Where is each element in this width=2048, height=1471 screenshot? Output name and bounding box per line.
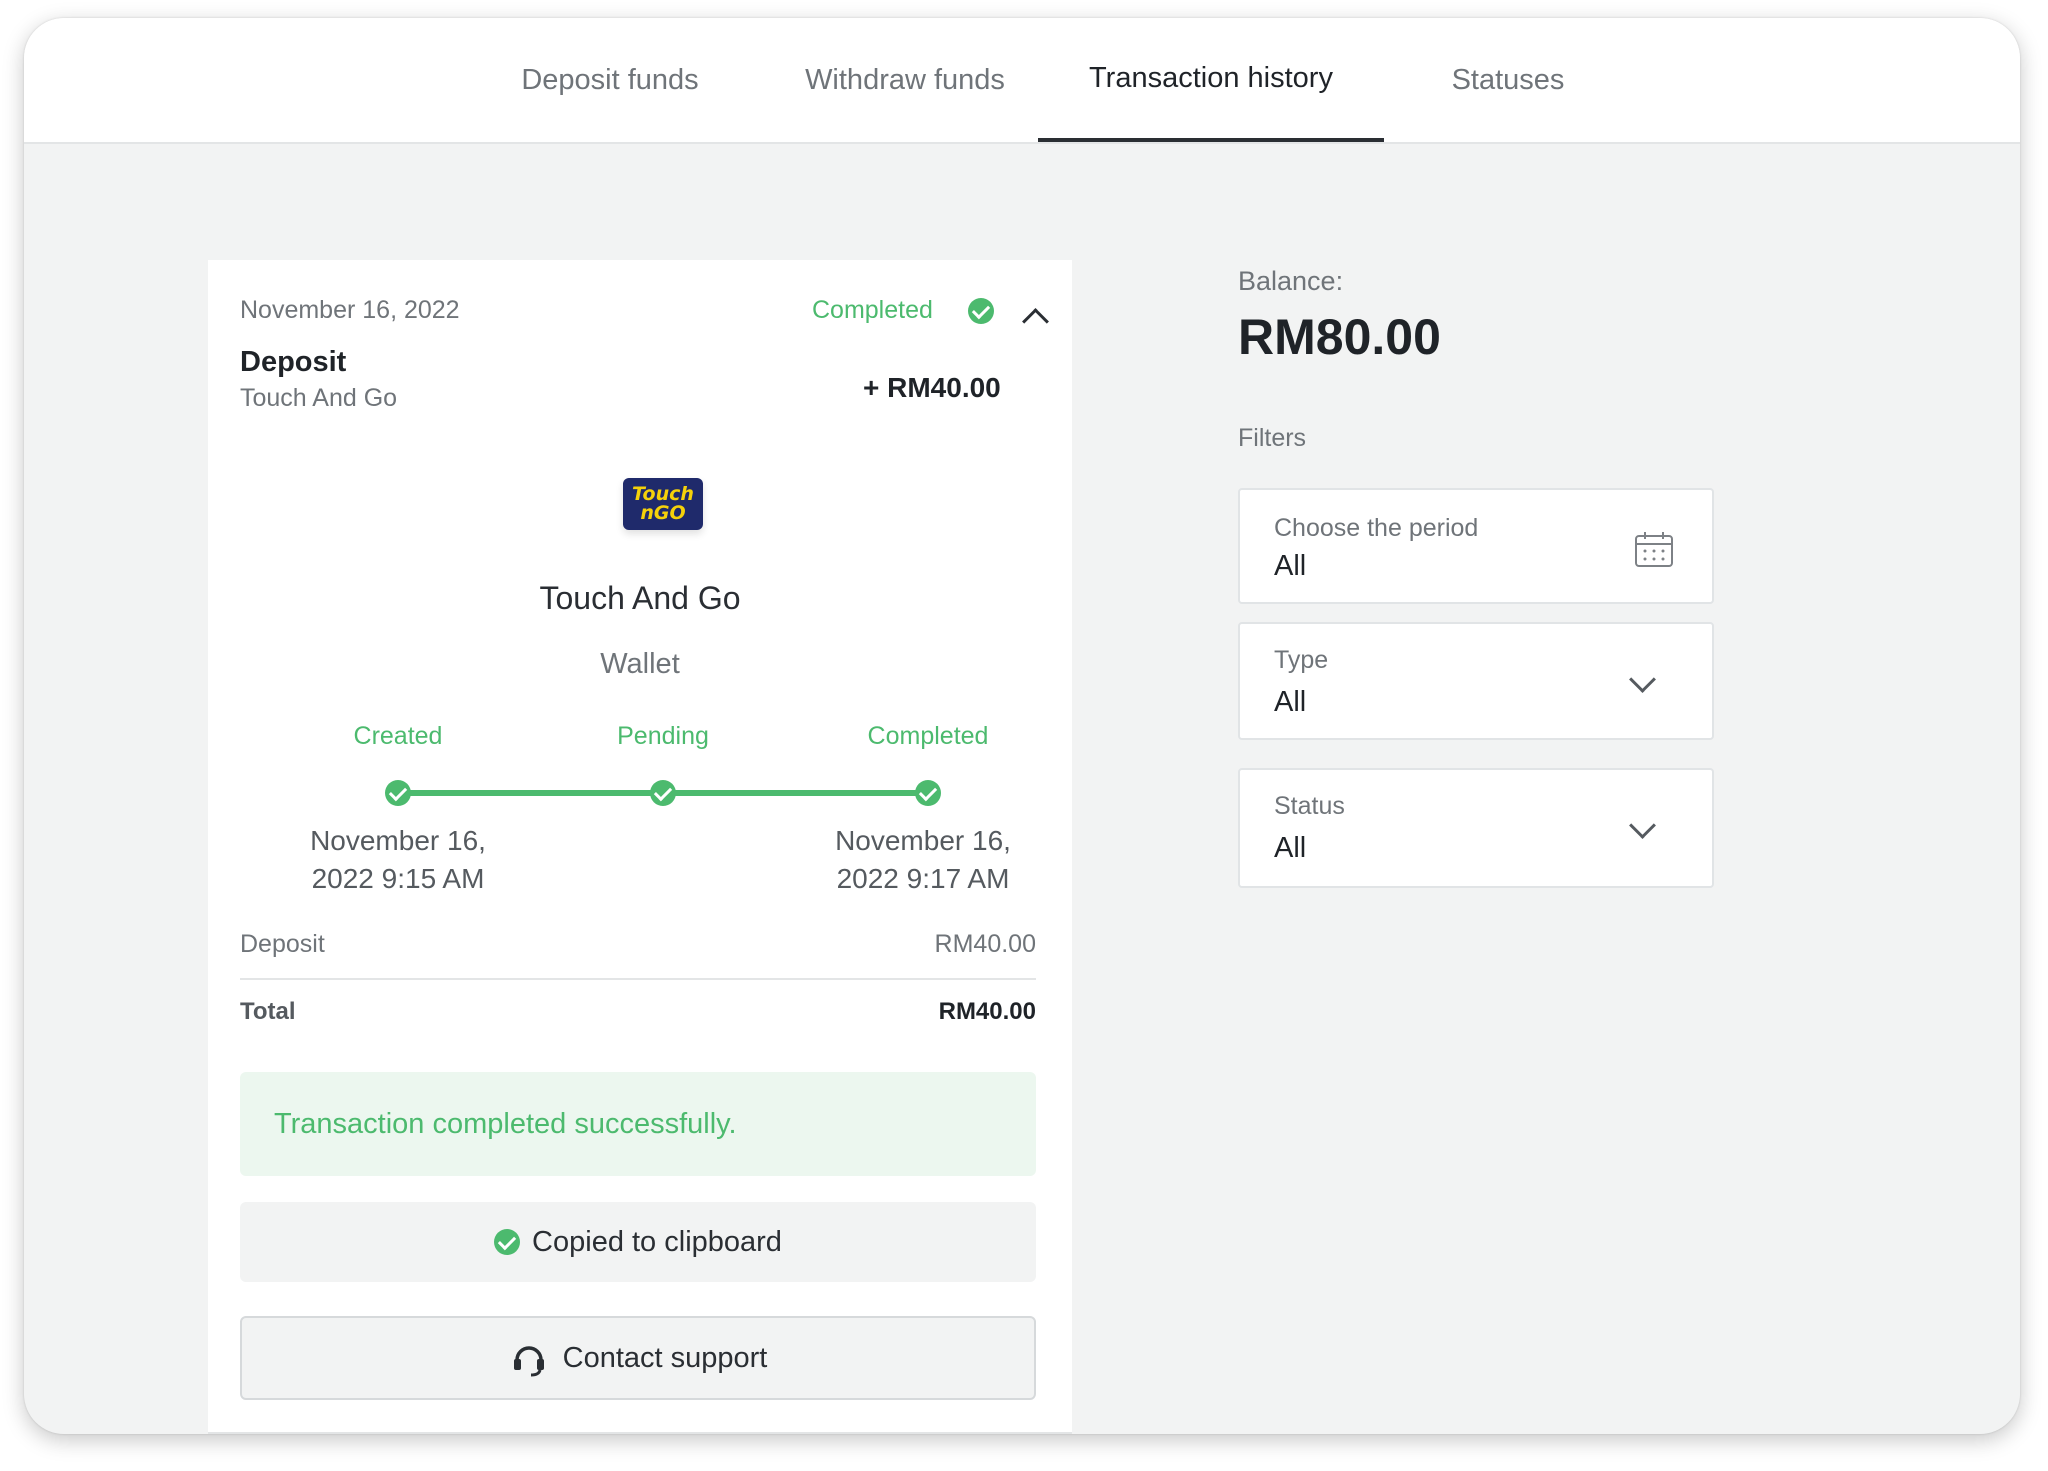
tab-deposit-funds[interactable]: Deposit funds <box>490 18 730 142</box>
status-filter-label: Status <box>1274 792 1345 820</box>
summary-deposit-label: Deposit <box>240 930 325 958</box>
summary-divider <box>240 978 1036 980</box>
step-created-time-line2: 2022 9:15 AM <box>311 863 485 894</box>
step-completed-time-line2: 2022 9:17 AM <box>836 863 1010 894</box>
status-chevron-down-icon <box>1629 812 1656 839</box>
tab-bar: Deposit funds Withdraw funds Transaction… <box>24 18 2020 144</box>
status-filter[interactable]: Status All <box>1238 768 1714 888</box>
headset-icon <box>513 1346 544 1377</box>
provider-name: Touch And Go <box>539 580 741 616</box>
transaction-type: Deposit <box>240 346 347 378</box>
copied-check-icon <box>494 1229 521 1255</box>
success-message-box: Transaction completed successfully. <box>240 1072 1036 1176</box>
step-pending-check-icon <box>650 780 676 806</box>
copied-to-clipboard-button[interactable]: Copied to clipboard <box>240 1202 1036 1282</box>
contact-support-label: Contact support <box>562 1341 768 1374</box>
type-filter-label: Type <box>1274 646 1329 674</box>
logo-text-bottom: nGO <box>640 502 686 524</box>
summary-deposit-value: RM40.00 <box>934 930 1036 958</box>
collapse-chevron-up-icon[interactable] <box>1022 308 1049 335</box>
step-created-label: Created <box>353 722 443 750</box>
calendar-icon <box>1635 532 1673 567</box>
step-completed-check-icon <box>915 780 941 806</box>
step-created-time-line1: November 16, <box>310 825 486 856</box>
step-pending-label: Pending <box>617 722 709 750</box>
period-filter-label: Choose the period <box>1274 514 1479 542</box>
type-filter[interactable]: Type All <box>1238 622 1714 740</box>
status-filter-value: All <box>1274 832 1307 864</box>
period-filter[interactable]: Choose the period All <box>1238 488 1714 604</box>
transaction-method: Touch And Go <box>240 384 398 412</box>
summary-total-label: Total <box>240 998 296 1025</box>
copied-label: Copied to clipboard <box>532 1225 782 1258</box>
transaction-card: November 16, 2022 Completed Deposit Touc… <box>208 260 1072 1434</box>
type-chevron-down-icon <box>1629 666 1656 693</box>
tab-withdraw-funds[interactable]: Withdraw funds <box>778 18 1032 142</box>
status-check-icon <box>968 298 994 324</box>
contact-support-button[interactable]: Contact support <box>240 1316 1036 1400</box>
step-completed-label: Completed <box>867 722 989 750</box>
progress-line-2 <box>663 790 929 796</box>
app-window: Deposit funds Withdraw funds Transaction… <box>24 18 2020 1434</box>
type-filter-value: All <box>1274 686 1307 718</box>
provider-kind: Wallet <box>600 648 680 680</box>
summary-total-value: RM40.00 <box>938 998 1036 1025</box>
balance-value: RM80.00 <box>1238 309 1441 365</box>
transaction-date: November 16, 2022 <box>240 296 460 324</box>
balance-label: Balance: <box>1238 266 1344 296</box>
success-message: Transaction completed successfully. <box>274 1107 737 1140</box>
step-created-check-icon <box>385 780 411 806</box>
tab-transaction-history[interactable]: Transaction history <box>1038 18 1384 142</box>
transaction-status: Completed <box>812 296 933 324</box>
filters-title: Filters <box>1238 424 1307 452</box>
progress-line-1 <box>398 790 664 796</box>
step-completed-time-line1: November 16, <box>835 825 1011 856</box>
step-created-time: November 16, 2022 9:15 AM <box>248 822 548 898</box>
card-bottom-divider <box>208 1432 1072 1434</box>
period-filter-value: All <box>1274 550 1307 582</box>
tab-statuses[interactable]: Statuses <box>1428 18 1588 142</box>
transaction-amount: + RM40.00 <box>863 372 1001 403</box>
step-completed-time: November 16, 2022 9:17 AM <box>773 822 1073 898</box>
touch-n-go-logo: Touch nGO <box>623 478 703 530</box>
